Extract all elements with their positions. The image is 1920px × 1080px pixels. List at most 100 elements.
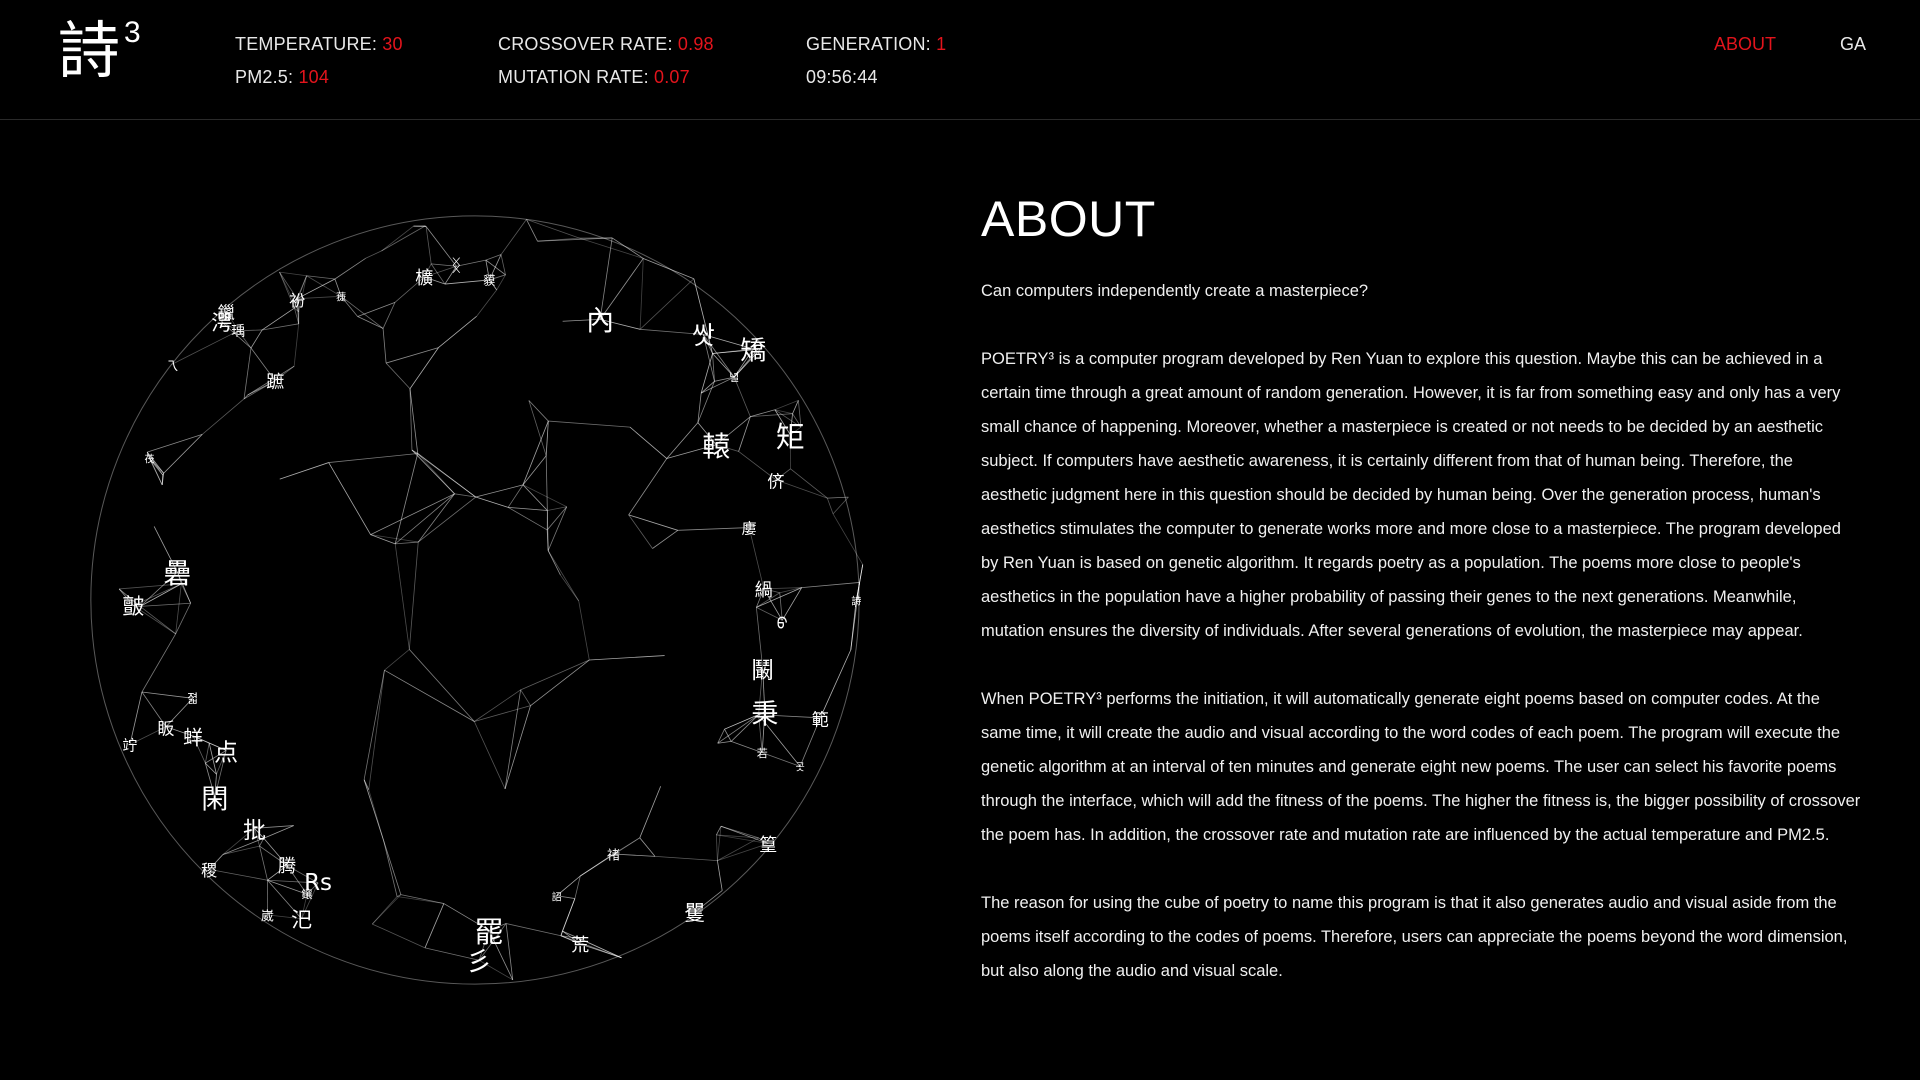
nav-ga[interactable]: GA: [1840, 34, 1866, 55]
network-edge: [666, 422, 699, 459]
temperature-label: TEMPERATURE:: [235, 34, 378, 54]
network-edge: [340, 295, 384, 329]
network-edge: [394, 543, 410, 650]
network-edge: [202, 398, 245, 435]
network-edge: [424, 903, 445, 948]
network-edge: [628, 514, 653, 549]
poem-glyph: 矍: [684, 901, 706, 926]
network-edge: [372, 896, 398, 925]
top-bar: 詩3 TEMPERATURE: 30 PM2.5: 104 CROSSOVER …: [0, 0, 1920, 120]
network-edge: [139, 606, 176, 635]
poem-glyph: 蓵: [336, 292, 347, 304]
network-edge: [548, 420, 630, 428]
network-edge: [141, 691, 193, 699]
network-edge: [381, 225, 414, 252]
poem-glyph: 汜: [291, 907, 313, 932]
poem-glyph: 皽: [122, 595, 145, 621]
network-edge: [368, 670, 385, 790]
network-edge: [547, 550, 561, 576]
network-edge: [832, 513, 864, 565]
crossover-rate-stat: CROSSOVER RATE: 0.98: [498, 34, 714, 55]
network-edge: [370, 493, 455, 536]
poem-glyph: 衯: [289, 290, 306, 310]
network-edge: [505, 923, 514, 980]
network-edge: [372, 923, 426, 949]
nav-about[interactable]: ABOUT: [1714, 34, 1776, 55]
poem-glyph: 乁: [165, 359, 179, 375]
poem-glyph: 矯: [740, 336, 767, 367]
poem-glyph: 侪: [767, 472, 785, 493]
network-edge: [409, 347, 439, 389]
network-edge: [859, 564, 864, 583]
network-edge: [546, 510, 549, 551]
poem-glyph: 쌋: [691, 321, 715, 351]
network-edge: [262, 323, 299, 331]
network-edge: [522, 420, 549, 486]
about-title: ABOUT: [981, 191, 1156, 247]
network-edge: [365, 250, 382, 259]
network-edge: [506, 923, 562, 937]
network-edge: [417, 453, 455, 495]
network-edge: [547, 506, 568, 551]
poem-glyph: 轅: [702, 429, 731, 463]
poem-glyph: 崴: [260, 909, 274, 925]
about-paragraph-1: Can computers independently create a mas…: [981, 282, 1369, 300]
network-edge: [639, 278, 695, 330]
network-edge: [522, 455, 547, 486]
network-edge: [520, 689, 531, 706]
poem-glyph: 礨: [163, 557, 192, 591]
poem-glyph: 稷: [201, 861, 218, 881]
logo[interactable]: 詩3: [58, 18, 141, 82]
network-edge: [700, 353, 713, 394]
crossover-rate-value: 0.98: [677, 34, 714, 54]
network-edge: [370, 534, 419, 543]
network-edge: [639, 786, 662, 838]
network-edge: [381, 225, 426, 252]
network-edge: [724, 729, 732, 742]
about-paragraph-3: When POETRY³ performs the initiation, it…: [981, 690, 1861, 844]
poem-glyph: 內: [586, 304, 615, 338]
poem-glyph: 蹠: [266, 371, 285, 393]
network-edge: [279, 271, 307, 277]
network-edge: [261, 307, 295, 331]
poem-glyph: 녈: [729, 371, 740, 385]
network-edge: [639, 837, 656, 857]
network-edge: [500, 219, 527, 255]
poem-glyph: 蛘: [183, 725, 204, 750]
network-edge: [204, 742, 210, 764]
network-edge: [141, 633, 177, 693]
network-edge: [504, 689, 522, 790]
poem-glyph: 点: [214, 738, 239, 767]
network-edge: [677, 527, 750, 531]
network-edge: [547, 550, 580, 602]
network-edge: [209, 868, 268, 881]
poem-glyph: 瑀: [231, 323, 246, 340]
poem-glyph: 秉: [751, 699, 779, 731]
poem-network-visual: 詩汜內蓵矩批蛘秉轅礨鑲 쌋 侪 Rs 若蹠 Ç ᠪ ᛝ 稷鑞茷範篁矯彡 녈 櫎湂皽 졃 貘荒 곳 廔鬫乁罷閑…: [60, 170, 940, 1040]
network-edge: [522, 484, 567, 508]
network-edge: [383, 840, 398, 897]
network-edge: [382, 328, 387, 364]
network-edge: [476, 289, 498, 317]
network-edge: [250, 329, 263, 349]
network-edge: [363, 670, 385, 780]
poem-glyph: ᛝ: [451, 256, 462, 277]
poem-glyph: 批: [242, 818, 266, 845]
network-edge: [383, 840, 402, 895]
network-edge: [328, 462, 371, 535]
network-edge: [504, 705, 531, 790]
network-edge: [328, 453, 418, 463]
network-edge: [790, 468, 828, 499]
poem-glyph: 荒: [571, 935, 590, 956]
poem-glyph: 湂: [211, 311, 233, 335]
about-section: ABOUT Can computers independently create…: [981, 190, 1861, 1022]
network-edge: [175, 603, 192, 635]
network-edge: [474, 689, 521, 722]
network-edge: [801, 582, 860, 588]
temperature-value: 30: [382, 34, 403, 54]
generation-value: 1: [936, 34, 947, 54]
poem-glyph: 鬫: [751, 658, 775, 685]
network-edge: [639, 258, 644, 330]
poem-glyph: 罷: [474, 915, 504, 950]
poem-glyph: 緺: [754, 579, 773, 601]
